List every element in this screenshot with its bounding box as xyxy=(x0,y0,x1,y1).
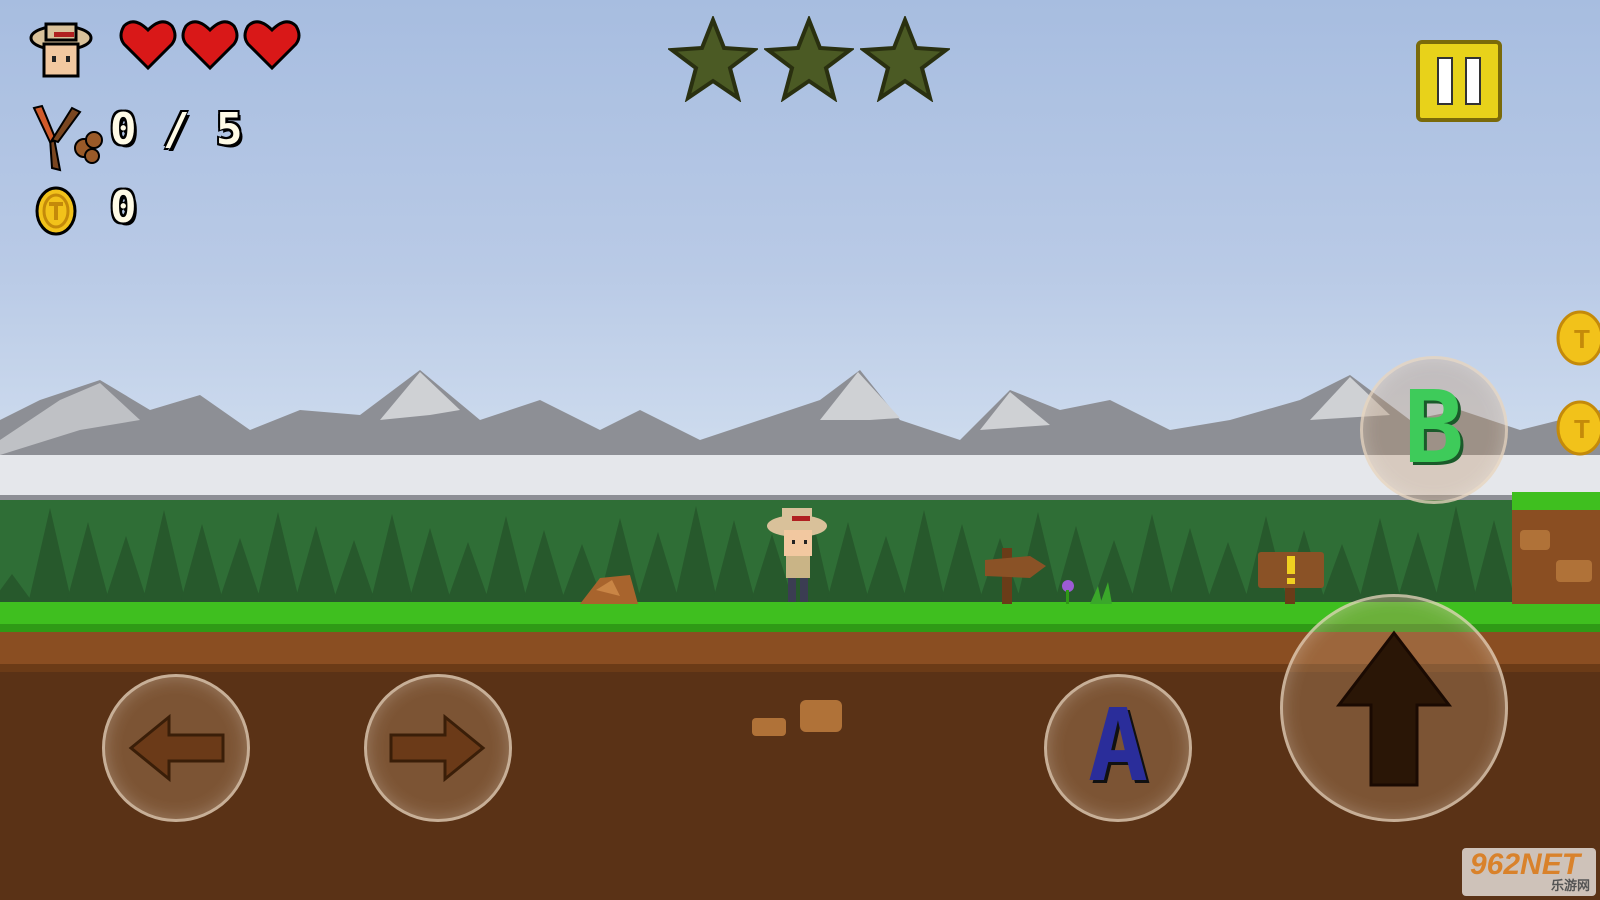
move-left-button[interactable] xyxy=(102,674,250,822)
pause-icon xyxy=(1416,40,1502,122)
ammo-separator: / xyxy=(163,104,190,155)
right-arrow-icon xyxy=(389,713,486,783)
star-icon xyxy=(668,16,758,102)
pause-button[interactable] xyxy=(1416,40,1502,122)
action-b-button[interactable]: B xyxy=(1360,356,1508,504)
svg-text:T: T xyxy=(1574,414,1590,444)
ammo-counter: 0 / 5 xyxy=(110,104,243,155)
jump-button[interactable] xyxy=(1280,594,1508,822)
move-right-button[interactable] xyxy=(364,674,512,822)
watermark-sub: 乐游网 xyxy=(1550,878,1590,893)
collectible-coin: T xyxy=(1556,310,1600,366)
svg-text:T: T xyxy=(1574,324,1590,354)
player-portrait-icon xyxy=(26,14,96,84)
coin-icon xyxy=(34,186,78,236)
watermark-logo: 962NET 乐游网 xyxy=(1462,848,1596,896)
collectible-coin: T xyxy=(1556,400,1600,456)
a-button-label: A xyxy=(1087,687,1149,804)
lives-hearts xyxy=(118,16,308,76)
slingshot-icon xyxy=(14,98,104,176)
ammo-current: 0 xyxy=(110,104,137,155)
coin-counter: 0 xyxy=(110,182,137,233)
action-a-button[interactable]: A xyxy=(1044,674,1192,822)
b-button-label: B xyxy=(1403,369,1465,486)
up-arrow-icon xyxy=(1335,630,1453,787)
level-stars xyxy=(668,16,950,106)
ammo-max: 5 xyxy=(216,104,243,155)
left-arrow-icon xyxy=(128,713,225,783)
heart-icon xyxy=(243,20,301,71)
heart-icon xyxy=(119,20,177,71)
heart-icon xyxy=(181,20,239,71)
star-icon xyxy=(860,16,950,102)
raised-dirt-block xyxy=(1512,492,1600,604)
star-icon xyxy=(764,16,854,102)
